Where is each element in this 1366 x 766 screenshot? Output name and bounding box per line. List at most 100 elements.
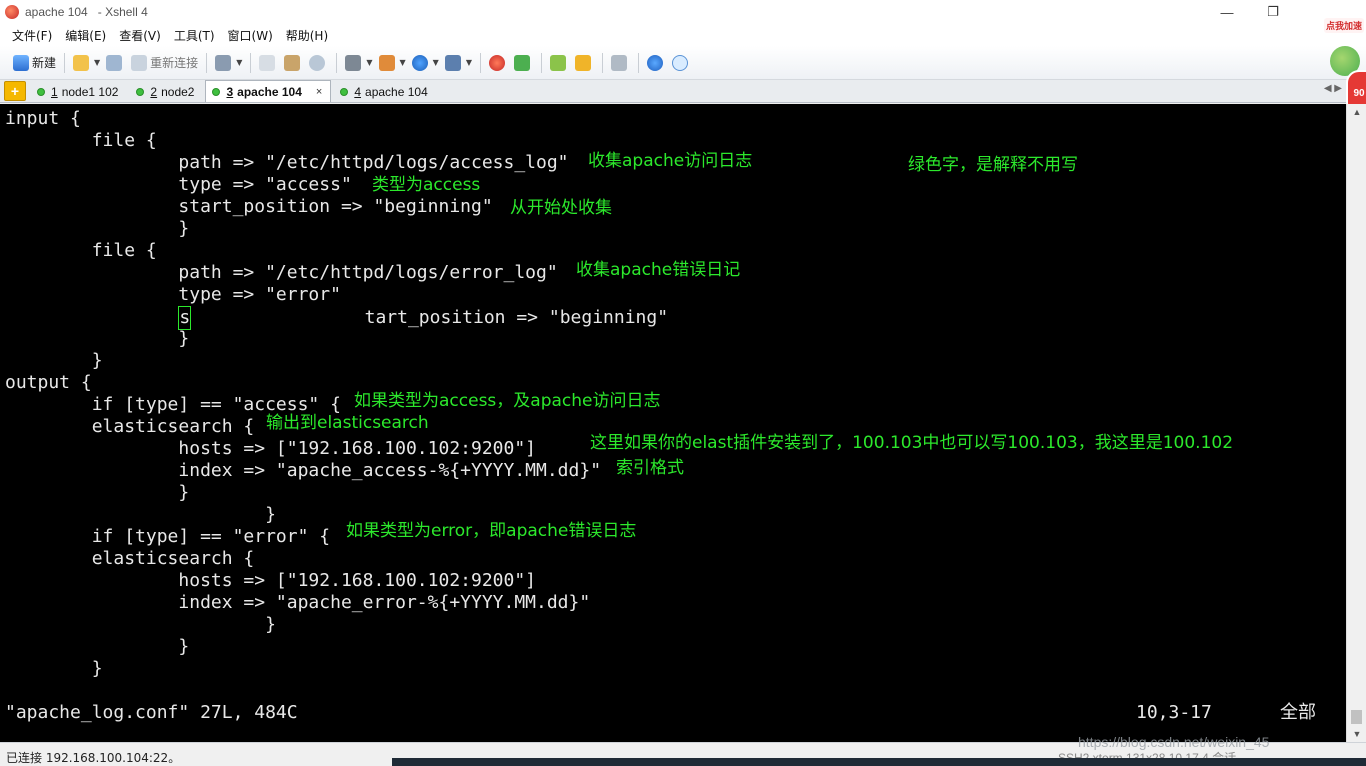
terminal-line: type => "error"	[5, 284, 341, 305]
watermark-text: https://blog.csdn.net/weixin_45	[1078, 734, 1270, 750]
os-taskbar	[392, 758, 1366, 766]
terminal-line: }	[5, 658, 103, 679]
terminal-line: file {	[5, 130, 157, 151]
menu-window[interactable]: 窗口(W)	[228, 27, 273, 44]
print-icon	[345, 54, 362, 71]
chat-icon	[671, 54, 688, 71]
toolbar-separator	[206, 52, 208, 73]
transfer-button[interactable]: ▼	[376, 51, 409, 75]
annotation-if-error: 如果类型为error，即apache错误日志	[346, 521, 637, 541]
copy-button[interactable]	[256, 51, 281, 75]
menu-tools[interactable]: 工具(T)	[174, 27, 215, 44]
link-button[interactable]	[103, 51, 128, 75]
terminal-line-rest: tart_position => "beginning"	[191, 307, 669, 328]
terminal-line: }	[5, 636, 190, 657]
tab-session-2[interactable]: 2 node2	[129, 81, 203, 102]
menu-help[interactable]: 帮助(H)	[286, 27, 328, 44]
terminal-line: index => "apache_access-%{+YYYY.MM.dd}"	[5, 460, 602, 481]
terminal-line: elasticsearch {	[5, 416, 255, 437]
chat-button[interactable]	[669, 51, 694, 75]
chevron-down-icon: ▼	[236, 58, 243, 67]
terminal-line: hosts => ["192.168.100.102:9200"]	[5, 570, 537, 591]
tab-session-3[interactable]: 3 apache 104 ×	[205, 80, 332, 102]
keyboard-button[interactable]	[608, 51, 633, 75]
annotation-access-path: 收集apache访问日志	[588, 151, 753, 171]
keyboard-icon	[610, 54, 627, 71]
script-button[interactable]	[511, 51, 536, 75]
scroll-up-icon[interactable]: ▲	[1347, 104, 1366, 120]
print-button[interactable]: ▼	[342, 51, 375, 75]
new-session-button[interactable]: 新建	[10, 51, 59, 75]
window-app-name: - Xshell 4	[97, 5, 148, 19]
toolbar-separator	[479, 52, 481, 73]
terminal-line: output {	[5, 372, 92, 393]
toolbar-separator	[601, 52, 603, 73]
connection-status: 已连接 192.168.100.104:22。	[6, 751, 181, 765]
terminal-line: if [type] == "error" {	[5, 526, 331, 547]
annotation-error-path: 收集apache错误日记	[576, 260, 741, 280]
annotation-access-type: 类型为access	[372, 175, 481, 195]
chevron-down-icon: ▼	[366, 58, 373, 67]
lock-icon	[574, 54, 591, 71]
terminal-line: path => "/etc/httpd/logs/error_log"	[5, 262, 558, 283]
xshell-window: apache 104 - Xshell 4 — ❐ 文件(F) 编辑(E) 查看…	[0, 0, 1366, 766]
new-session-icon	[13, 54, 29, 71]
scrollbar-thumb[interactable]	[1351, 710, 1362, 724]
chevron-down-icon: ▼	[94, 58, 101, 67]
session-tab-bar: + 1 node1 102 2 node2 3 apache 104 × 4 a…	[0, 80, 1346, 103]
close-icon[interactable]: ×	[316, 86, 322, 98]
annotation-output-es: 输出到elasticsearch	[266, 413, 429, 433]
encoding-button[interactable]: ▼	[409, 51, 442, 75]
folder-icon	[73, 54, 90, 71]
paste-button[interactable]	[281, 51, 306, 75]
transfer-icon	[378, 54, 395, 71]
reconnect-button[interactable]: 重新连接	[128, 51, 201, 75]
properties-icon	[215, 54, 232, 71]
layout-button[interactable]	[547, 51, 572, 75]
terminal-line: }	[5, 504, 276, 525]
vim-status-position: 10,3-17	[1136, 702, 1212, 723]
tab-number: 1	[51, 85, 58, 99]
title-bar: apache 104 - Xshell 4 — ❐	[0, 0, 1366, 24]
open-button[interactable]: ▼	[70, 51, 103, 75]
terminal-line: type => "access"	[5, 174, 352, 195]
chevron-down-icon: ▼	[432, 58, 439, 67]
minimize-button[interactable]: —	[1204, 0, 1250, 24]
font-button[interactable]: ▼	[442, 51, 475, 75]
terminal-screen[interactable]: input { file { path => "/etc/httpd/logs/…	[0, 104, 1346, 742]
terminal-line: path => "/etc/httpd/logs/access_log"	[5, 152, 569, 173]
connected-status-icon	[340, 88, 349, 96]
text-cursor: s	[178, 306, 192, 330]
properties-button[interactable]: ▼	[212, 51, 245, 75]
tab-session-4[interactable]: 4 apache 104	[333, 81, 436, 102]
terminal-line: }	[5, 350, 103, 371]
tab-session-1[interactable]: 1 node1 102	[30, 81, 127, 102]
find-button[interactable]	[306, 51, 331, 75]
connected-status-icon	[136, 88, 145, 96]
new-tab-icon[interactable]: +	[4, 81, 26, 101]
tab-scroll-arrows[interactable]: ◀ ▶	[1324, 83, 1342, 94]
menu-file[interactable]: 文件(F)	[12, 27, 52, 44]
terminal-scrollbar[interactable]: ▲ ▼	[1346, 104, 1366, 742]
layout-icon	[549, 54, 566, 71]
menu-view[interactable]: 查看(V)	[119, 27, 161, 44]
annotation-green-note: 绿色字，是解释不用写	[908, 155, 1078, 175]
toolbar-separator	[250, 52, 252, 73]
menu-edit[interactable]: 编辑(E)	[65, 27, 106, 44]
connected-status-icon	[37, 88, 45, 96]
tab-label: node1 102	[61, 85, 119, 99]
terminal-line: file {	[5, 240, 157, 261]
connected-status-icon	[212, 87, 221, 96]
scroll-down-icon[interactable]: ▼	[1347, 726, 1366, 742]
restore-button[interactable]: ❐	[1250, 0, 1296, 24]
terminal-line-with-cursor: s tart_position => "beginning"	[5, 306, 668, 330]
tab-label: apache 104	[237, 84, 302, 99]
lock-button[interactable]	[572, 51, 597, 75]
globe-icon	[411, 54, 428, 71]
paste-icon	[284, 54, 301, 71]
xftp-button[interactable]	[486, 51, 511, 75]
help-button[interactable]	[644, 51, 669, 75]
terminal-line: }	[5, 328, 190, 349]
toolbar-separator	[540, 52, 542, 73]
